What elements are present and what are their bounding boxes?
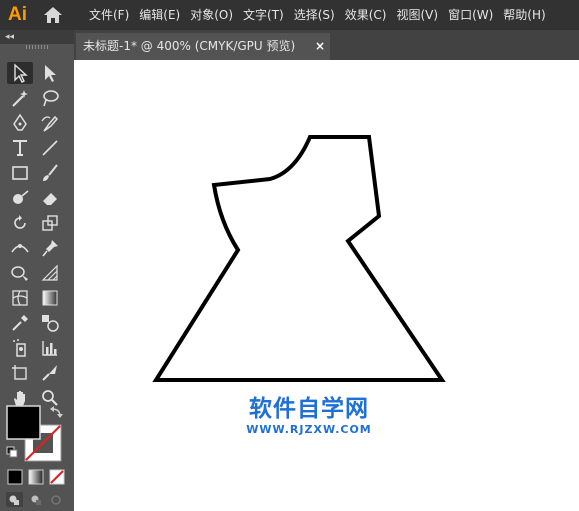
column-graph-tool-icon[interactable] — [37, 337, 63, 359]
drawn-shape-path[interactable] — [152, 135, 446, 382]
app-logo: Ai — [8, 4, 27, 25]
document-tab-title: 未标题-1* @ 400% (CMYK/GPU 预览) — [83, 39, 296, 53]
shaper-tool-icon[interactable] — [7, 187, 33, 209]
width-tool-icon[interactable] — [7, 237, 33, 259]
draw-behind-icon[interactable] — [31, 495, 42, 506]
menu-object[interactable]: 对象(O) — [187, 0, 236, 30]
menu-edit[interactable]: 编辑(E) — [136, 0, 183, 30]
watermark-url: WWW.RJZXW.COM — [246, 423, 372, 436]
perspective-grid-tool-icon[interactable] — [37, 262, 63, 284]
rectangle-tool-icon[interactable] — [7, 162, 33, 184]
eraser-tool-icon[interactable] — [37, 187, 63, 209]
panel-grip[interactable] — [26, 45, 48, 49]
curvature-tool-icon[interactable] — [37, 112, 63, 134]
paintbrush-tool-icon[interactable] — [37, 162, 63, 184]
scale-tool-icon[interactable] — [37, 212, 63, 234]
slice-tool-icon[interactable] — [37, 362, 63, 384]
watermark: 软件自学网 WWW.RJZXW.COM — [224, 395, 394, 437]
watermark-title: 软件自学网 — [249, 396, 369, 422]
menu-list: 文件(F) 编辑(E) 对象(O) 文字(T) 选择(S) 效果(C) 视图(V… — [86, 0, 553, 30]
lasso-tool-icon[interactable] — [37, 87, 63, 109]
puppet-warp-tool-icon[interactable] — [37, 237, 63, 259]
menu-view[interactable]: 视图(V) — [393, 0, 441, 30]
type-tool-icon[interactable] — [7, 137, 33, 159]
pen-tool-icon[interactable] — [7, 112, 33, 134]
shape-builder-tool-icon[interactable] — [7, 262, 33, 284]
home-icon[interactable] — [43, 6, 63, 24]
menu-file[interactable]: 文件(F) — [86, 0, 132, 30]
tools-panel: ◂◂ — [0, 30, 74, 511]
artboard-tool-icon[interactable] — [7, 362, 33, 384]
fill-swatch[interactable] — [6, 405, 41, 440]
selection-tool-icon[interactable] — [7, 62, 33, 84]
blend-tool-icon[interactable] — [37, 312, 63, 334]
color-mode-button[interactable] — [7, 469, 23, 485]
direct-selection-tool-icon[interactable] — [37, 62, 63, 84]
symbol-sprayer-tool-icon[interactable] — [7, 337, 33, 359]
magic-wand-tool-icon[interactable] — [7, 87, 33, 109]
menu-help[interactable]: 帮助(H) — [500, 0, 548, 30]
mesh-tool-icon[interactable] — [7, 287, 33, 309]
gradient-mode-button[interactable] — [28, 469, 44, 485]
draw-inside-icon[interactable] — [51, 495, 61, 505]
eyedropper-tool-icon[interactable] — [7, 312, 33, 334]
collapse-icon[interactable]: ◂◂ — [5, 30, 14, 44]
document-tabbar: 未标题-1* @ 400% (CMYK/GPU 预览) × — [74, 30, 579, 60]
default-colors-icon[interactable] — [6, 446, 18, 458]
gradient-tool-icon[interactable] — [37, 287, 63, 309]
document-tab[interactable]: 未标题-1* @ 400% (CMYK/GPU 预览) × — [76, 33, 330, 60]
rotate-tool-icon[interactable] — [7, 212, 33, 234]
menu-bar: Ai 文件(F) 编辑(E) 对象(O) 文字(T) 选择(S) 效果(C) 视… — [0, 0, 579, 30]
line-tool-icon[interactable] — [37, 137, 63, 159]
menu-window[interactable]: 窗口(W) — [445, 0, 496, 30]
menu-effect[interactable]: 效果(C) — [342, 0, 390, 30]
menu-type[interactable]: 文字(T) — [240, 0, 287, 30]
menu-select[interactable]: 选择(S) — [291, 0, 338, 30]
artboard-canvas[interactable]: 软件自学网 WWW.RJZXW.COM — [74, 60, 579, 511]
swap-fill-stroke-icon[interactable] — [50, 406, 63, 418]
close-icon[interactable]: × — [315, 33, 325, 60]
draw-normal-icon[interactable] — [6, 492, 23, 507]
tools-panel-header: ◂◂ — [0, 30, 74, 44]
none-mode-button[interactable] — [49, 469, 65, 485]
